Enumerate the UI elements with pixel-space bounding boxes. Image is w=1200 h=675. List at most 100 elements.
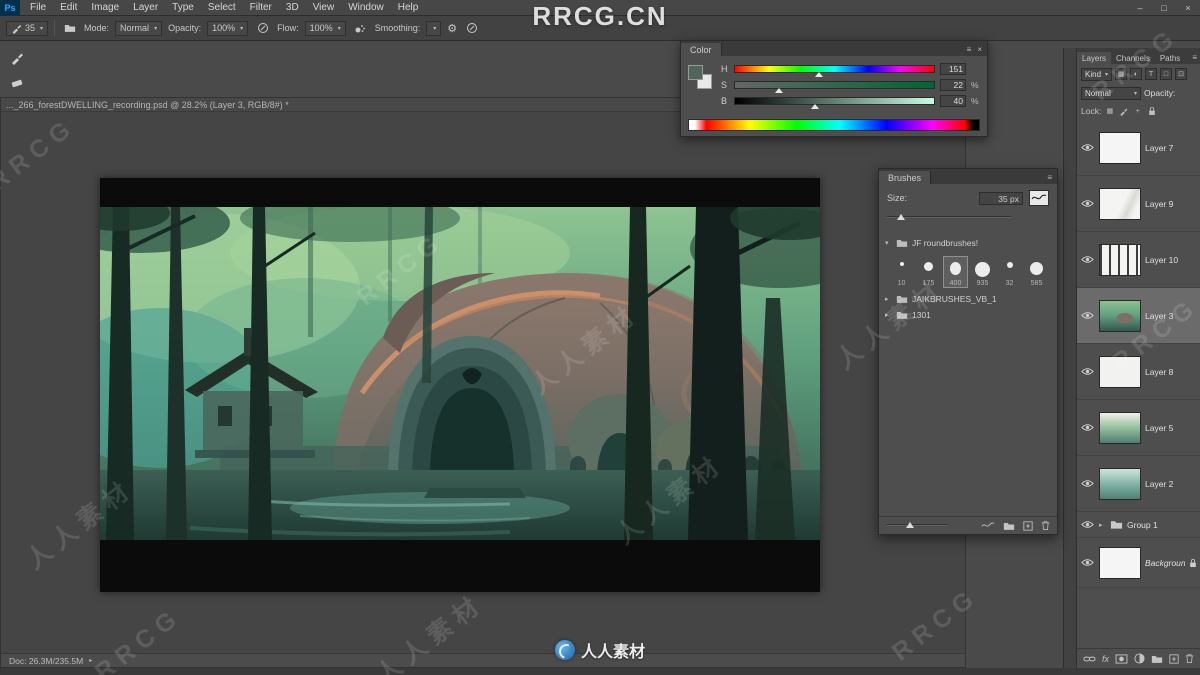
visibility-eye-icon[interactable] xyxy=(1080,423,1095,432)
brush-preset-picker[interactable]: 35 ▾ xyxy=(6,20,49,36)
layer-style-fx-icon[interactable]: fx xyxy=(1102,654,1109,664)
visibility-eye-icon[interactable] xyxy=(1080,311,1095,320)
menu-layer[interactable]: Layer xyxy=(126,0,165,16)
panel-menu-icon[interactable]: ≡ xyxy=(967,45,972,54)
foreground-color-swatch[interactable] xyxy=(688,65,703,80)
lock-pixels-icon[interactable] xyxy=(1118,106,1129,117)
adjustment-layer-icon[interactable] xyxy=(1134,653,1145,664)
pressure-opacity-button[interactable] xyxy=(254,20,271,37)
filter-smart-object-icon[interactable]: ⊡ xyxy=(1175,68,1188,80)
tab-color[interactable]: Color xyxy=(681,43,722,56)
link-layers-icon[interactable] xyxy=(1083,655,1096,663)
layer-thumbnail[interactable] xyxy=(1099,546,1141,579)
lock-transparency-icon[interactable]: ▦ xyxy=(1104,106,1115,117)
background-layer-row[interactable]: Background xyxy=(1077,538,1200,588)
pressure-size-button[interactable] xyxy=(463,20,480,37)
slider-thumb-icon[interactable] xyxy=(896,214,905,220)
maximize-button[interactable]: □ xyxy=(1152,0,1176,16)
footer-slider[interactable] xyxy=(886,521,948,530)
brush-preset[interactable]: 32 xyxy=(997,256,1022,288)
layer-thumbnail[interactable] xyxy=(1099,467,1141,500)
opacity-select[interactable]: 100% ▾ xyxy=(207,20,249,36)
filter-kind-dropdown[interactable]: Kind ▾ xyxy=(1081,67,1113,81)
smoothing-options-gear-button[interactable]: ⚙ xyxy=(447,22,457,35)
tab-channels[interactable]: Channels xyxy=(1111,52,1155,64)
chevron-right-icon[interactable]: ▸ xyxy=(885,295,892,303)
eraser-tool-button[interactable] xyxy=(6,73,28,93)
layer-row-selected[interactable]: Layer 3 xyxy=(1077,288,1200,344)
layer-name[interactable]: Layer 5 xyxy=(1145,423,1173,433)
layer-row[interactable]: Layer 9 xyxy=(1077,176,1200,232)
lock-all-icon[interactable] xyxy=(1146,106,1157,117)
hue-value-field[interactable]: 151 xyxy=(940,62,966,75)
brush-preset-selected[interactable]: 400 xyxy=(943,256,968,288)
menu-edit[interactable]: Edit xyxy=(53,0,84,16)
delete-layer-trash-icon[interactable] xyxy=(1185,653,1194,664)
layer-thumbnail[interactable] xyxy=(1099,411,1141,444)
brush-stroke-preview[interactable] xyxy=(1029,190,1049,206)
menu-3d[interactable]: 3D xyxy=(279,0,306,16)
flow-select[interactable]: 100% ▾ xyxy=(304,20,346,36)
new-brush-icon[interactable] xyxy=(1023,521,1033,531)
layer-name[interactable]: Layer 3 xyxy=(1145,311,1173,321)
new-layer-icon[interactable] xyxy=(1169,654,1179,664)
saturation-value-field[interactable]: 22 xyxy=(940,78,966,91)
canvas[interactable] xyxy=(100,178,820,592)
chevron-right-icon[interactable]: ▸ xyxy=(885,311,892,319)
menu-filter[interactable]: Filter xyxy=(243,0,279,16)
visibility-eye-icon[interactable] xyxy=(1080,367,1095,376)
add-mask-icon[interactable] xyxy=(1115,654,1128,664)
layer-row[interactable]: Layer 5 xyxy=(1077,400,1200,456)
color-spectrum-ramp[interactable] xyxy=(688,119,980,131)
brush-preset[interactable]: 175 xyxy=(916,256,941,288)
slider-thumb-icon[interactable] xyxy=(905,522,914,528)
panel-menu-icon[interactable]: ≡ xyxy=(1189,53,1200,64)
layer-thumbnail[interactable] xyxy=(1099,131,1141,164)
brush-tool-button[interactable] xyxy=(6,48,28,68)
layer-thumbnail[interactable] xyxy=(1099,299,1141,332)
blend-mode-select[interactable]: Normal ▾ xyxy=(115,20,163,36)
layer-thumbnail[interactable] xyxy=(1099,355,1141,388)
brush-preset[interactable]: 10 xyxy=(889,256,914,288)
brush-group-jaikbrushes[interactable]: ▸ JAIKBRUSHES_VB_1 xyxy=(885,292,1051,306)
menu-select[interactable]: Select xyxy=(201,0,243,16)
tab-layers[interactable]: Layers xyxy=(1077,52,1112,64)
visibility-eye-icon[interactable] xyxy=(1080,255,1095,264)
menu-file[interactable]: File xyxy=(23,0,53,16)
layer-thumbnail[interactable] xyxy=(1099,243,1141,276)
visibility-eye-icon[interactable] xyxy=(1080,199,1095,208)
filter-pixel-icon[interactable]: ▦ xyxy=(1115,68,1128,80)
layer-name[interactable]: Layer 9 xyxy=(1145,199,1173,209)
brush-preset[interactable]: 935 xyxy=(970,256,995,288)
stroke-toggle-icon[interactable] xyxy=(981,521,995,530)
filter-type-icon[interactable]: T xyxy=(1145,68,1158,80)
layer-row[interactable]: Layer 10 xyxy=(1077,232,1200,288)
layer-name[interactable]: Layer 8 xyxy=(1145,367,1173,377)
delete-brush-trash-icon[interactable] xyxy=(1041,520,1050,531)
brightness-slider[interactable] xyxy=(734,96,935,109)
brush-group-1301[interactable]: ▸ 1301 xyxy=(885,308,1051,322)
layer-name[interactable]: Background xyxy=(1145,558,1185,568)
airbrush-button[interactable] xyxy=(352,20,369,37)
minimize-button[interactable]: – xyxy=(1128,0,1152,16)
chevron-expanded-icon[interactable]: ▾ xyxy=(885,239,892,247)
lock-position-icon[interactable]: + xyxy=(1132,106,1143,117)
close-icon[interactable]: × xyxy=(977,45,982,54)
toggle-brush-settings-button[interactable] xyxy=(61,20,78,37)
status-dropdown-icon[interactable]: ▸ xyxy=(89,657,92,664)
brightness-value-field[interactable]: 40 xyxy=(940,94,966,107)
hue-slider[interactable] xyxy=(734,64,935,77)
slider-thumb-icon[interactable] xyxy=(810,103,819,109)
chevron-right-icon[interactable]: ▸ xyxy=(1099,521,1106,529)
layer-row[interactable]: Layer 2 xyxy=(1077,456,1200,512)
saturation-slider[interactable] xyxy=(734,80,935,93)
visibility-eye-icon[interactable] xyxy=(1080,143,1095,152)
panel-menu-icon[interactable]: ≡ xyxy=(1047,173,1052,182)
layer-thumbnail[interactable] xyxy=(1099,187,1141,220)
brush-preset[interactable]: 585 xyxy=(1024,256,1049,288)
new-group-icon[interactable] xyxy=(1151,654,1163,664)
brush-group-roundbrushes[interactable]: ▾ JF roundbrushes! xyxy=(885,236,1051,250)
layer-row[interactable]: Layer 7 xyxy=(1077,120,1200,176)
brush-size-field[interactable]: 35 px xyxy=(979,191,1023,205)
panel-dock-divider[interactable] xyxy=(1063,48,1077,668)
